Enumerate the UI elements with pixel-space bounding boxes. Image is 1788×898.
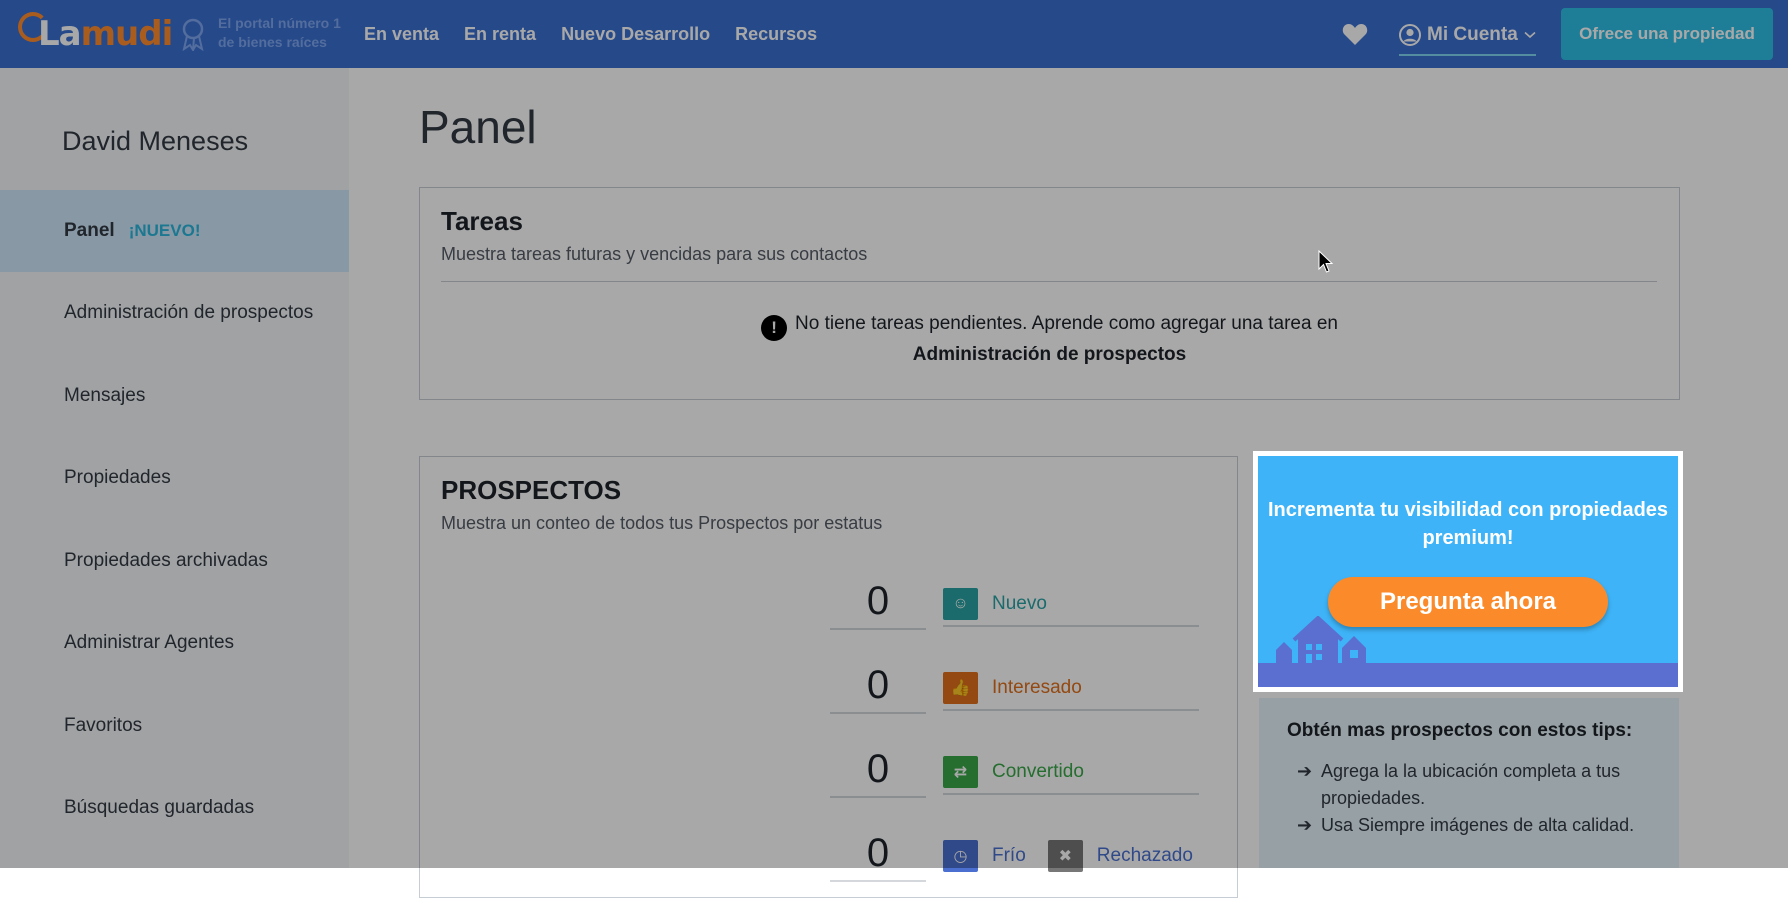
- sidebar-item-label: Búsquedas guardadas: [64, 797, 255, 818]
- houses-icon: [1276, 616, 1366, 664]
- page-title: Panel: [419, 101, 537, 153]
- handshake-icon: ⇄: [943, 756, 978, 788]
- tasks-card: Tareas Muestra tareas futuras y vencidas…: [419, 187, 1680, 400]
- nav-nuevo-desarrollo[interactable]: Nuevo Desarrollo: [561, 24, 710, 45]
- arrow-right-icon: ➔: [1297, 815, 1313, 835]
- tip-item: ➔ Usa Siempre imágenes de alta calidad.: [1297, 812, 1681, 839]
- sidebar-item-archived-properties[interactable]: Propiedades archivadas: [0, 520, 349, 602]
- user-name: David Meneses: [62, 126, 249, 156]
- smile-icon: ☺: [943, 588, 978, 620]
- tips-panel: Obtén mas prospectos con estos tips: ➔ A…: [1259, 698, 1679, 868]
- chevron-down-icon: [1524, 31, 1536, 39]
- status-convertido[interactable]: ⇄ Convertido: [943, 751, 1199, 795]
- sidebar-item-label: Propiedades archivadas: [64, 550, 268, 571]
- tasks-divider: [441, 281, 1657, 282]
- top-navbar: La mudi El portal número 1 de bienes raíc…: [0, 0, 1788, 68]
- tasks-title: Tareas: [441, 206, 523, 236]
- my-account-menu[interactable]: Mi Cuenta: [1399, 18, 1536, 56]
- sidebar-item-manage-agents[interactable]: Administrar Agentes: [0, 602, 349, 684]
- prospects-admin-link[interactable]: Administración de prospectos: [913, 344, 1186, 365]
- nav-en-renta[interactable]: En renta: [464, 24, 536, 45]
- sidebar-item-prospects-admin[interactable]: Administración de prospectos: [0, 272, 349, 354]
- sidebar-item-label: Panel: [64, 220, 115, 241]
- user-icon: [1399, 24, 1421, 46]
- no-tasks-notice: ! No tiene tareas pendientes. Aprende com…: [420, 310, 1679, 368]
- nav-en-venta[interactable]: En venta: [364, 24, 439, 45]
- sidebar-item-label: Favoritos: [64, 715, 143, 736]
- offer-property-button[interactable]: Ofrece una propiedad: [1561, 8, 1773, 60]
- promo-inner: Incrementa tu visibilidad con propiedade…: [1258, 456, 1678, 687]
- sidebar-item-label: Propiedades: [64, 467, 171, 488]
- tasks-subtitle: Muestra tareas futuras y vencidas para s…: [441, 244, 868, 264]
- sidebar-item-label: Administrar Agentes: [64, 632, 235, 653]
- lamudi-logo[interactable]: La mudi: [18, 10, 173, 58]
- sidebar-item-label: Mensajes: [64, 385, 146, 406]
- promo-ground: [1258, 663, 1678, 687]
- arrow-right-icon: ➔: [1297, 761, 1313, 781]
- prospects-card: PROSPECTOS Muestra un conteo de todos tu…: [419, 456, 1238, 898]
- new-badge: ¡NUEVO!: [128, 221, 201, 240]
- count-nuevo: 0: [830, 579, 926, 630]
- sidebar-item-label: Administración de prospectos: [64, 302, 314, 323]
- sidebar-item-favorites[interactable]: Favoritos: [0, 685, 349, 767]
- alert-icon: !: [761, 315, 788, 341]
- tagline: El portal número 1 de bienes raíces: [218, 15, 341, 50]
- status-nuevo[interactable]: ☺ Nuevo: [943, 583, 1199, 627]
- prospects-subtitle: Muestra un conteo de todos tus Prospecto…: [441, 513, 883, 533]
- close-icon: ✖: [1047, 840, 1083, 872]
- sidebar-item-saved-searches[interactable]: Búsquedas guardadas: [0, 767, 349, 849]
- tips-title: Obtén mas prospectos con estos tips:: [1287, 720, 1633, 741]
- sidebar-item-panel[interactable]: Panel ¡NUEVO!: [0, 190, 349, 272]
- sidebar: David Meneses Panel ¡NUEVO! Administraci…: [0, 68, 349, 868]
- nav-recursos[interactable]: Recursos: [735, 24, 817, 45]
- premium-promo-banner[interactable]: Incrementa tu visibilidad con propiedade…: [1253, 451, 1683, 692]
- account-label: Mi Cuenta: [1427, 24, 1518, 45]
- tip-item: ➔ Agrega la la ubicación completa a tus …: [1297, 758, 1681, 812]
- status-frio[interactable]: ◷ Frío ✖ Rechazado: [943, 835, 1199, 877]
- sidebar-item-messages[interactable]: Mensajes: [0, 355, 349, 437]
- heart-icon[interactable]: [1342, 22, 1368, 46]
- mouse-cursor-icon: [1318, 250, 1334, 273]
- status-rechazado[interactable]: Rechazado: [1097, 845, 1193, 867]
- award-icon: [182, 18, 204, 51]
- sidebar-item-properties[interactable]: Propiedades: [0, 437, 349, 519]
- status-interesado[interactable]: 👍 Interesado: [943, 667, 1199, 711]
- clock-icon: ◷: [943, 840, 978, 872]
- prospects-title: PROSPECTOS: [441, 475, 622, 505]
- thumb-icon: 👍: [943, 672, 978, 704]
- main-nav: En venta En renta Nuevo Desarrollo Recur…: [364, 0, 817, 68]
- count-interesado: 0: [830, 663, 926, 714]
- count-convertido: 0: [830, 747, 926, 798]
- count-frio: 0: [830, 831, 926, 882]
- promo-headline: Incrementa tu visibilidad con propiedade…: [1267, 499, 1669, 549]
